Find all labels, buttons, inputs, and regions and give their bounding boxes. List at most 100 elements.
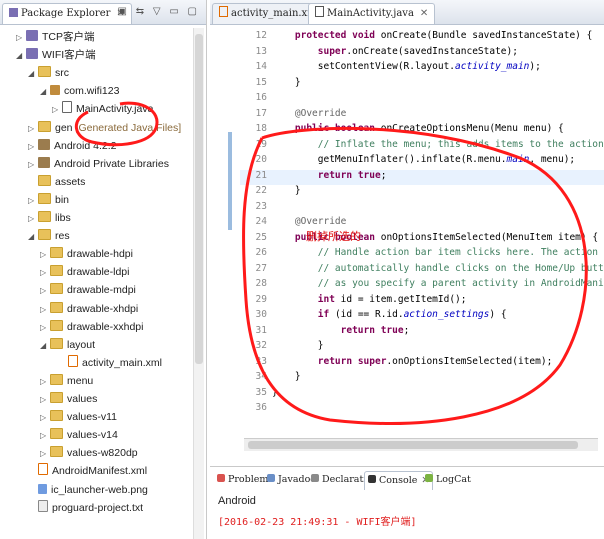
collapsed-arrow-icon[interactable]: ▷ bbox=[40, 409, 50, 427]
tree-item[interactable]: ▷ values-w820dp bbox=[40, 444, 138, 462]
explorer-scroll-thumb[interactable] bbox=[195, 34, 203, 364]
tree-item-label: layout bbox=[67, 338, 96, 351]
console-panel: Problems Javadoc Declaration Console✕ Lo… bbox=[210, 466, 604, 539]
tree-item[interactable]: ▷ gen [Generated Java Files] bbox=[28, 119, 181, 137]
tree-item[interactable]: ▷ drawable-mdpi bbox=[40, 281, 136, 299]
tree-item[interactable]: ◢ layout bbox=[40, 336, 95, 354]
tree-item-label: drawable-xhdpi bbox=[67, 302, 139, 315]
editor-horizontal-scrollbar[interactable] bbox=[244, 438, 598, 451]
collapsed-arrow-icon[interactable]: ▷ bbox=[28, 138, 38, 156]
tree-item[interactable]: ▷ drawable-xhdpi bbox=[40, 300, 138, 318]
line-number: 22 bbox=[255, 185, 267, 196]
tree-item[interactable]: proguard-project.txt bbox=[28, 499, 143, 517]
explorer-toolbar-icons[interactable]: ▣ ⇆ ▽ ▭ ▢ bbox=[117, 6, 200, 17]
code-line[interactable]: } bbox=[272, 77, 301, 88]
tree-item[interactable]: ▷ bin bbox=[28, 191, 69, 209]
tree-item[interactable]: AndroidManifest.xml bbox=[28, 462, 147, 480]
collapsed-arrow-icon[interactable]: ▷ bbox=[28, 120, 38, 138]
code-line[interactable]: // Inflate the menu; this adds items to … bbox=[272, 139, 604, 150]
folder-icon bbox=[50, 247, 63, 259]
collapsed-arrow-icon[interactable]: ▷ bbox=[40, 391, 50, 409]
folder-icon bbox=[50, 428, 63, 440]
tab-mainactivity-java[interactable]: MainActivity.java ✕ bbox=[308, 3, 436, 24]
line-number: 17 bbox=[255, 107, 267, 119]
tree-item[interactable]: ic_launcher-web.png bbox=[28, 481, 148, 499]
collapsed-arrow-icon[interactable]: ▷ bbox=[52, 101, 62, 119]
code-line[interactable]: return super.onOptionsItemSelected(item)… bbox=[272, 356, 553, 367]
tree-item[interactable]: ▷ Android Private Libraries bbox=[28, 155, 169, 173]
code-line[interactable]: } bbox=[272, 371, 301, 382]
tree-item[interactable]: ▷ values-v11 bbox=[40, 408, 117, 426]
tree-item[interactable]: ▷ MainActivity.java bbox=[52, 100, 153, 118]
tree-item[interactable]: ▷ TCP客户端 bbox=[16, 28, 95, 46]
code-line[interactable]: protected void onCreate(Bundle savedInst… bbox=[272, 30, 592, 41]
console-title: Android bbox=[218, 495, 256, 507]
tab-package-explorer[interactable]: Package Explorer ✕ bbox=[2, 3, 132, 24]
package-explorer-panel: Package Explorer ✕ ▣ ⇆ ▽ ▭ ▢ ▷ TCP客户端 ◢ WIFI… bbox=[0, 0, 207, 539]
code-line[interactable]: if (id == R.id.action_settings) { bbox=[272, 309, 507, 320]
close-icon[interactable]: ✕ bbox=[420, 8, 428, 19]
collapsed-arrow-icon[interactable]: ▷ bbox=[28, 210, 38, 228]
tree-item-label: src bbox=[55, 67, 69, 80]
code-line[interactable]: // Handle action bar item clicks here. T… bbox=[272, 247, 604, 258]
code-area[interactable]: 12 protected void onCreate(Bundle savedI… bbox=[240, 26, 604, 446]
collapsed-arrow-icon[interactable]: ▷ bbox=[40, 427, 50, 445]
tree-item-label: Android Private Libraries bbox=[54, 157, 169, 170]
code-line[interactable]: // as you specify a parent activity in A… bbox=[272, 278, 604, 289]
tab-logcat[interactable]: LogCat bbox=[422, 471, 474, 489]
code-line[interactable]: return true; bbox=[272, 170, 387, 181]
folder-icon bbox=[38, 192, 51, 204]
collapsed-arrow-icon[interactable]: ▷ bbox=[16, 29, 26, 47]
expanded-arrow-icon[interactable]: ◢ bbox=[40, 337, 50, 355]
tree-item[interactable]: ◢ res bbox=[28, 227, 70, 245]
tree-item[interactable]: assets bbox=[28, 173, 85, 191]
code-line[interactable]: } bbox=[272, 185, 301, 196]
code-line[interactable]: } bbox=[272, 340, 324, 351]
code-line[interactable]: return true; bbox=[272, 325, 410, 336]
expanded-arrow-icon[interactable]: ◢ bbox=[16, 47, 26, 65]
tree-item[interactable]: ▷ Android 4.2.2 bbox=[28, 137, 116, 155]
collapsed-arrow-icon[interactable]: ▷ bbox=[40, 246, 50, 264]
folder-icon bbox=[50, 319, 63, 331]
tree-item[interactable]: ▷ values bbox=[40, 390, 97, 408]
code-line[interactable]: @Override bbox=[272, 216, 346, 227]
tree-item[interactable]: ◢ com.wifi123 bbox=[40, 82, 119, 100]
tree-item[interactable]: ▷ values-v14 bbox=[40, 426, 118, 444]
collapsed-arrow-icon[interactable]: ▷ bbox=[40, 373, 50, 391]
tree-item[interactable]: ▷ drawable-hdpi bbox=[40, 245, 133, 263]
line-number: 13 bbox=[255, 45, 267, 57]
tree-item[interactable]: ◢ WIFI客户端 bbox=[16, 46, 96, 64]
folder-icon bbox=[50, 283, 63, 295]
collapsed-arrow-icon[interactable]: ▷ bbox=[40, 445, 50, 463]
collapsed-arrow-icon[interactable]: ▷ bbox=[40, 319, 50, 337]
expanded-arrow-icon[interactable]: ◢ bbox=[40, 83, 50, 101]
tree-item[interactable]: ▷ libs bbox=[28, 209, 71, 227]
collapsed-arrow-icon[interactable]: ▷ bbox=[40, 282, 50, 300]
code-line[interactable]: setContentView(R.layout.activity_main); bbox=[272, 61, 541, 72]
code-line[interactable]: // automatically handle clicks on the Ho… bbox=[272, 263, 604, 274]
code-line[interactable]: getMenuInflater().inflate(R.menu.main, m… bbox=[272, 154, 575, 165]
collapsed-arrow-icon[interactable]: ▷ bbox=[28, 192, 38, 210]
collapsed-arrow-icon[interactable]: ▷ bbox=[40, 301, 50, 319]
code-line[interactable]: public boolean onCreateOptionsMenu(Menu … bbox=[272, 123, 564, 134]
explorer-scrollbar[interactable] bbox=[193, 28, 204, 539]
expanded-arrow-icon[interactable]: ◢ bbox=[28, 65, 38, 83]
line-number: 15 bbox=[255, 76, 267, 88]
project-icon bbox=[26, 48, 38, 60]
package-explorer-icon bbox=[9, 8, 18, 17]
tree-item[interactable]: ▷ menu bbox=[40, 372, 93, 390]
code-line[interactable]: @Override bbox=[272, 108, 346, 119]
tree-item[interactable]: activity_main.xml bbox=[58, 354, 162, 372]
expanded-arrow-icon[interactable]: ◢ bbox=[28, 228, 38, 246]
code-line[interactable]: int id = item.getItemId(); bbox=[272, 294, 467, 305]
tree-item-label: drawable-xxhdpi bbox=[67, 320, 144, 333]
collapsed-arrow-icon[interactable]: ▷ bbox=[40, 264, 50, 282]
code-line[interactable]: } bbox=[272, 387, 278, 398]
tree-item[interactable]: ◢ src bbox=[28, 64, 69, 82]
java-file-icon bbox=[62, 101, 72, 114]
code-line[interactable]: super.onCreate(savedInstanceState); bbox=[272, 46, 518, 57]
tree-item[interactable]: ▷ drawable-ldpi bbox=[40, 263, 129, 281]
collapsed-arrow-icon[interactable]: ▷ bbox=[28, 156, 38, 174]
editor-scroll-thumb[interactable] bbox=[248, 441, 578, 449]
tree-item[interactable]: ▷ drawable-xxhdpi bbox=[40, 318, 143, 336]
